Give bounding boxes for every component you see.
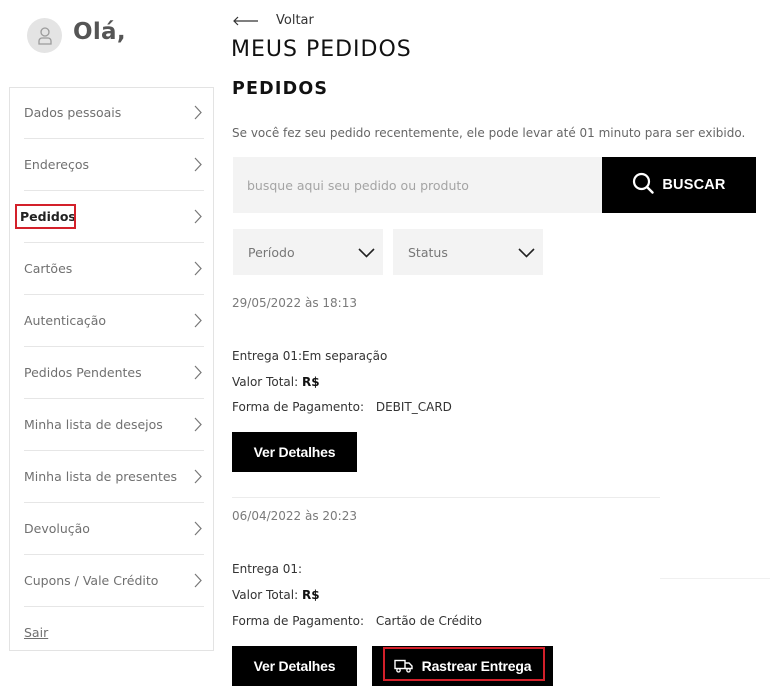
order-total: Valor Total: R$ <box>232 588 320 602</box>
sidebar-item-cupons[interactable]: Cupons / Vale Crédito <box>24 555 204 607</box>
page-title: MEUS PEDIDOS <box>231 37 412 62</box>
order-delivery: Entrega 01: <box>232 562 303 576</box>
search-button-label: BUSCAR <box>662 177 726 193</box>
sidebar-item-label: Cupons / Vale Crédito <box>24 573 159 588</box>
order-total: Valor Total: R$ <box>232 375 320 389</box>
track-delivery-button[interactable]: Rastrear Entrega <box>372 646 553 686</box>
sidebar-item-label: Cartões <box>24 261 73 276</box>
user-avatar-icon <box>27 18 62 53</box>
view-details-label: Ver Detalhes <box>253 444 336 460</box>
order-total-value: R$ <box>301 375 320 389</box>
status-select-label: Status <box>408 244 448 260</box>
order-total-label: Valor Total: <box>232 588 299 602</box>
chevron-right-icon <box>192 469 204 485</box>
period-select[interactable]: Período <box>233 229 383 275</box>
chevron-right-icon <box>192 157 204 173</box>
order-delivery: Entrega 01:Em separação <box>232 349 388 363</box>
view-details-button[interactable]: Ver Detalhes <box>232 432 357 472</box>
view-details-label: Ver Detalhes <box>253 658 336 674</box>
logout-link[interactable]: Sair <box>24 625 48 640</box>
sidebar-item-label: Devolução <box>24 521 90 536</box>
greeting-text: Olá, <box>73 18 126 45</box>
order-date: 29/05/2022 às 18:13 <box>232 296 357 310</box>
sidebar-item-label: Autenticação <box>24 313 107 328</box>
view-details-button[interactable]: Ver Detalhes <box>232 646 357 686</box>
faint-divider <box>660 578 770 579</box>
chevron-right-icon <box>192 105 204 121</box>
account-sidebar: Dados pessoais Endereços Pedidos Cartões… <box>9 87 214 651</box>
order-search-input[interactable] <box>233 157 602 213</box>
sidebar-item-label: Minha lista de desejos <box>24 417 163 432</box>
order-payment-label: Forma de Pagamento: <box>232 614 364 628</box>
sidebar-item-pedidos[interactable]: Pedidos <box>15 191 204 243</box>
section-title: PEDIDOS <box>232 79 329 99</box>
sidebar-item-cartoes[interactable]: Cartões <box>24 243 204 295</box>
sidebar-item-lista-desejos[interactable]: Minha lista de desejos <box>24 399 204 451</box>
sidebar-item-label: Minha lista de presentes <box>24 469 178 484</box>
order-divider <box>232 497 660 498</box>
sidebar-item-autenticacao[interactable]: Autenticação <box>24 295 204 347</box>
order-payment: Forma de Pagamento: DEBIT_CARD <box>232 400 452 414</box>
chevron-right-icon <box>192 365 204 381</box>
chevron-right-icon <box>192 313 204 329</box>
sidebar-item-label: Pedidos Pendentes <box>24 365 142 380</box>
sidebar-item-lista-presentes[interactable]: Minha lista de presentes <box>24 451 204 503</box>
chevron-right-icon <box>192 261 204 277</box>
sidebar-item-devolucao[interactable]: Devolução <box>24 503 204 555</box>
chevron-down-icon <box>518 243 535 262</box>
sidebar-item-label: Pedidos <box>20 209 76 224</box>
search-icon <box>632 172 655 198</box>
truck-icon <box>393 659 413 673</box>
sidebar-item-pedidos-pendentes[interactable]: Pedidos Pendentes <box>24 347 204 399</box>
order-total-label: Valor Total: <box>232 375 299 389</box>
search-button[interactable]: BUSCAR <box>602 157 756 213</box>
order-payment-value: Cartão de Crédito <box>375 614 482 628</box>
chevron-right-icon <box>192 521 204 537</box>
sidebar-item-dados-pessoais[interactable]: Dados pessoais <box>24 87 204 139</box>
sidebar-item-label: Dados pessoais <box>24 105 122 120</box>
sidebar-item-label: Endereços <box>24 157 90 172</box>
order-payment-label: Forma de Pagamento: <box>232 400 364 414</box>
greeting: Olá, <box>27 18 126 53</box>
track-delivery-label: Rastrear Entrega <box>421 658 532 674</box>
order-date: 06/04/2022 às 20:23 <box>232 509 357 523</box>
period-select-label: Período <box>248 244 295 260</box>
chevron-right-icon <box>192 209 204 225</box>
chevron-right-icon <box>192 417 204 433</box>
sidebar-item-enderecos[interactable]: Endereços <box>24 139 204 191</box>
status-select[interactable]: Status <box>393 229 543 275</box>
arrow-left-icon <box>233 11 259 30</box>
refresh-notice: Se você fez seu pedido recentemente, ele… <box>232 126 746 140</box>
order-total-value: R$ <box>301 588 320 602</box>
back-label: Voltar <box>276 13 314 28</box>
chevron-down-icon <box>358 243 375 262</box>
order-payment: Forma de Pagamento: Cartão de Crédito <box>232 614 482 628</box>
chevron-right-icon <box>192 573 204 589</box>
order-payment-value: DEBIT_CARD <box>375 400 452 414</box>
back-link[interactable]: Voltar <box>233 11 314 30</box>
